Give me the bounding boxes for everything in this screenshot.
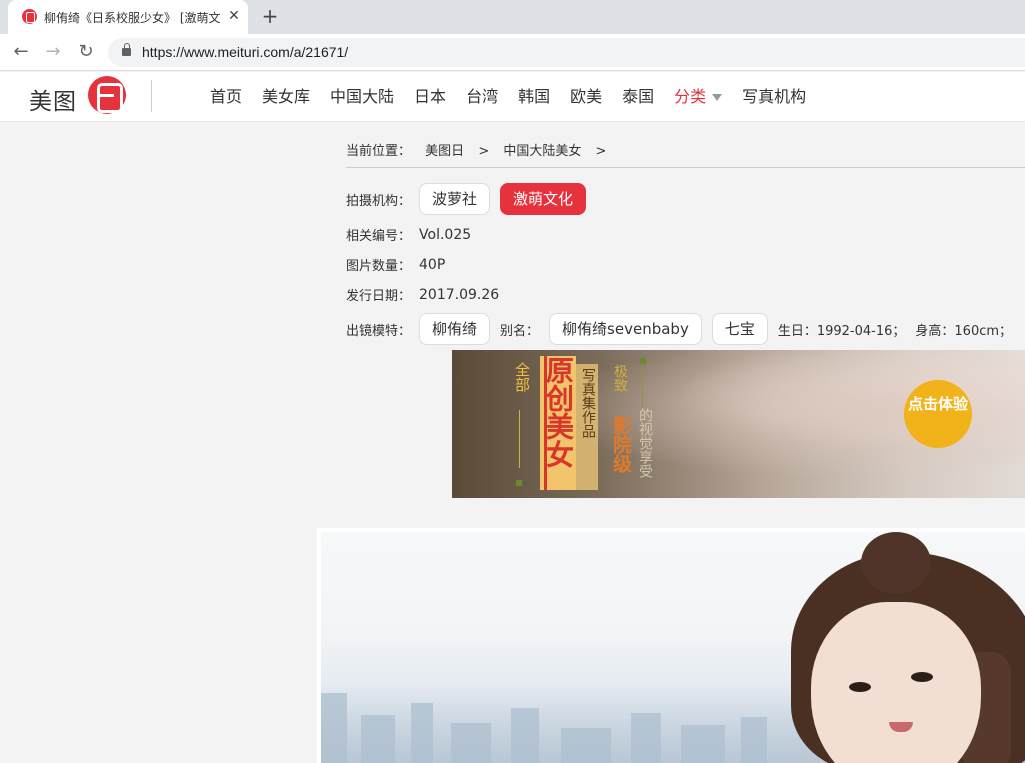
site-header: 美图 首页 美女库 中国大陆 日本 台湾 韩国 欧美 泰国 分类 写真机构 — [0, 72, 1025, 122]
nav-item-western[interactable]: 欧美 — [570, 86, 602, 108]
promo-banner[interactable]: 全部 原创美女 写真集作品 极致 影院级 的视觉享受 点击体验 — [452, 350, 1025, 498]
nav-category-label: 分类 — [674, 87, 707, 106]
org-tag-boluoshe[interactable]: 波萝社 — [419, 183, 491, 215]
banner-all-text: 全部 — [513, 362, 531, 392]
banner-visual-text: 的视觉享受 — [637, 408, 653, 478]
model-height: 身高：160cm； — [915, 323, 1013, 339]
model-birthday: 生日：1992-04-16； — [777, 323, 906, 339]
count-label: 图片数量： — [346, 259, 412, 274]
photo-building — [631, 713, 661, 763]
org-row: 拍摄机构： 波萝社 激萌文化 — [346, 183, 596, 215]
number-label: 相关编号： — [346, 229, 412, 244]
banner-cta-button[interactable]: 点击体验 — [904, 380, 972, 448]
photo-hair-bun — [861, 532, 931, 594]
tab-title: 柳侑绮《日系校服少女》 [激萌文 — [44, 11, 221, 25]
photo-building — [681, 725, 725, 763]
photo-building — [321, 693, 347, 763]
count-value: 40P — [419, 256, 446, 273]
new-tab-button[interactable]: + — [258, 4, 282, 28]
site-favicon-icon — [22, 9, 37, 24]
reload-button[interactable]: ↻ — [74, 40, 98, 64]
breadcrumb-category-link[interactable]: 中国大陆美女 — [503, 144, 581, 159]
photo-container — [317, 528, 1025, 763]
nav-item-thailand[interactable]: 泰国 — [622, 86, 654, 108]
photo-building — [451, 723, 491, 763]
site-logo-icon[interactable] — [88, 76, 126, 114]
banner-subtitle: 写真集作品 — [580, 368, 596, 438]
alias-tag-sevenbaby[interactable]: 柳侑绮sevenbaby — [549, 313, 702, 345]
site-logo-text[interactable]: 美图 — [29, 82, 77, 116]
date-label: 发行日期： — [346, 289, 412, 304]
breadcrumb-separator: > — [478, 144, 490, 159]
photo-building — [361, 715, 395, 763]
banner-line — [519, 410, 520, 468]
back-button[interactable]: ← — [9, 40, 33, 64]
breadcrumb-separator: > — [595, 144, 607, 159]
chevron-down-icon — [712, 94, 723, 101]
breadcrumb-label: 当前位置： — [346, 144, 412, 159]
photo-building — [511, 708, 539, 763]
browser-tab-bar: 柳侑绮《日系校服少女》 [激萌文 ✕ + — [0, 0, 1025, 34]
forward-button[interactable]: → — [41, 40, 65, 64]
alias-label: 别名： — [500, 323, 540, 339]
close-tab-icon[interactable]: ✕ — [226, 7, 242, 25]
photo-eye — [849, 682, 871, 692]
number-value: Vol.025 — [419, 226, 472, 243]
model-label: 出镜模特： — [346, 323, 412, 339]
count-row: 图片数量： 40P — [346, 255, 446, 275]
banner-line — [642, 370, 643, 408]
address-bar[interactable]: https://www.meituri.com/a/21671/ — [108, 38, 1025, 67]
browser-tab[interactable]: 柳侑绮《日系校服少女》 [激萌文 ✕ — [8, 0, 248, 34]
banner-cinema-text: 影院级 — [610, 416, 632, 473]
nav-item-studios[interactable]: 写真机构 — [742, 86, 806, 108]
header-divider — [151, 80, 152, 112]
nav-item-taiwan[interactable]: 台湾 — [466, 86, 498, 108]
main-nav: 首页 美女库 中国大陆 日本 台湾 韩国 欧美 泰国 分类 写真机构 — [200, 86, 816, 108]
org-tag-jimeng[interactable]: 激萌文化 — [500, 183, 587, 215]
banner-dot — [516, 480, 522, 486]
banner-title: 原创美女 — [542, 356, 575, 468]
nav-item-models[interactable]: 美女库 — [262, 86, 310, 108]
url-text[interactable]: https://www.meituri.com/a/21671/ — [142, 44, 348, 60]
photo-building — [561, 728, 611, 763]
nav-item-japan[interactable]: 日本 — [414, 86, 446, 108]
nav-item-mainland[interactable]: 中国大陆 — [330, 86, 394, 108]
banner-extreme-text: 极致 — [612, 364, 628, 392]
photo-eye — [911, 672, 933, 682]
lock-icon[interactable] — [122, 43, 131, 56]
nav-item-home[interactable]: 首页 — [210, 86, 242, 108]
org-label: 拍摄机构： — [346, 193, 412, 209]
breadcrumb-home-link[interactable]: 美图日 — [425, 144, 464, 159]
breadcrumb: 当前位置： 美图日 > 中国大陆美女 > — [346, 140, 1025, 168]
photo-building — [411, 703, 433, 763]
model-tag[interactable]: 柳侑绮 — [419, 313, 491, 345]
banner-dot — [640, 358, 646, 364]
model-row: 出镜模特： 柳侑绮 别名： 柳侑绮sevenbaby 七宝 生日：1992-04… — [346, 313, 1022, 345]
photo-building — [741, 717, 767, 763]
browser-toolbar: ← → ↻ https://www.meituri.com/a/21671/ — [0, 34, 1025, 71]
number-row: 相关编号： Vol.025 — [346, 225, 472, 245]
nav-item-category[interactable]: 分类 — [674, 86, 723, 108]
alias-tag-qibao[interactable]: 七宝 — [711, 313, 768, 345]
nav-item-korea[interactable]: 韩国 — [518, 86, 550, 108]
date-row: 发行日期： 2017.09.26 — [346, 285, 500, 305]
date-value: 2017.09.26 — [419, 286, 500, 303]
gallery-photo[interactable] — [321, 532, 1025, 763]
photo-face — [811, 602, 981, 763]
